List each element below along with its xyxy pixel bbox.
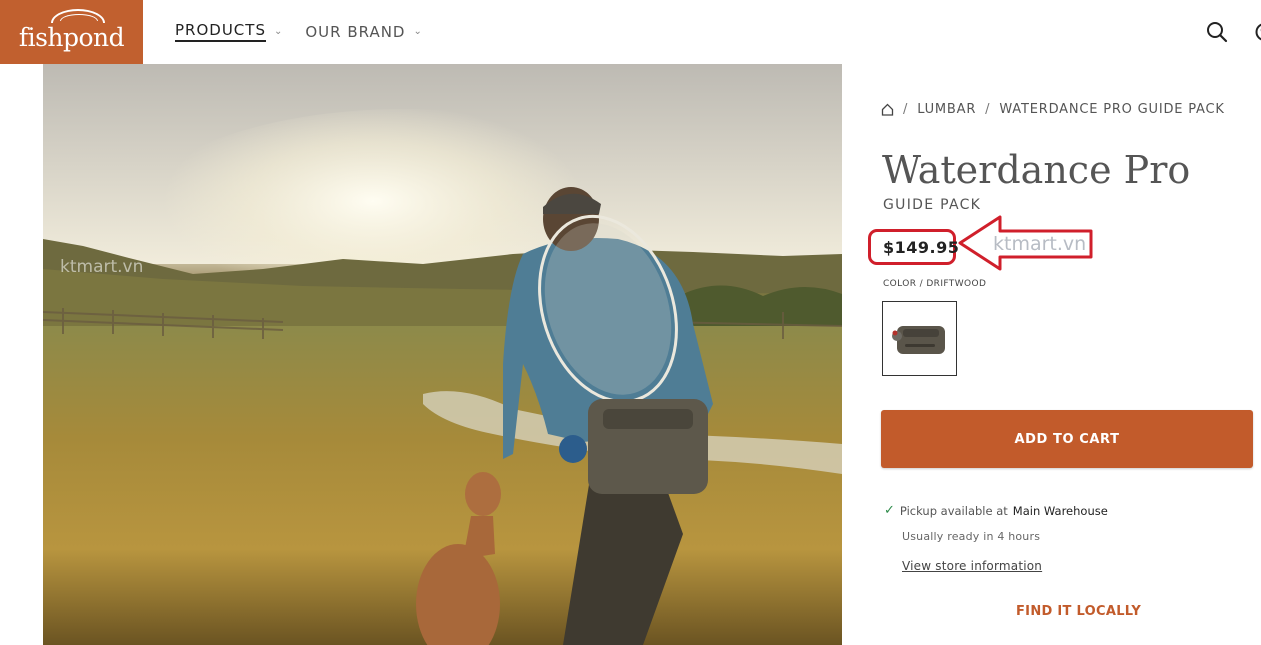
pickup-prefix: Pickup available at <box>899 503 1008 518</box>
watermark-text: ktmart.vn <box>60 257 144 277</box>
driftwood-pack-thumbnail <box>892 326 945 354</box>
logo-arc-inner-icon <box>60 14 98 21</box>
pickup-ready-time: Usually ready in 4 hours <box>902 530 1041 543</box>
breadcrumb-item-lumbar[interactable]: LUMBAR <box>917 102 976 117</box>
breadcrumb: / LUMBAR / WATERDANCE PRO GUIDE PACK <box>881 102 1225 117</box>
product-price: $149.95 <box>883 238 960 257</box>
color-swatch-driftwood[interactable] <box>882 301 957 376</box>
nav-item-our-brand[interactable]: OUR BRAND ⌄ <box>305 21 423 42</box>
scene-illustration <box>43 64 842 645</box>
product-lifestyle-photo: ktmart.vn <box>43 64 842 645</box>
watermark-text: ktmart.vn <box>993 233 1087 255</box>
add-to-cart-label: ADD TO CART <box>1014 431 1120 447</box>
pickup-location: Main Warehouse <box>1012 503 1108 518</box>
breadcrumb-item-current: WATERDANCE PRO GUIDE PACK <box>999 102 1225 117</box>
breadcrumb-separator: / <box>903 102 909 117</box>
product-title: Waterdance Pro <box>882 148 1191 192</box>
pickup-availability: ✓ Pickup available at Main Warehouse <box>884 503 1108 518</box>
home-icon[interactable] <box>881 103 894 116</box>
brand-logo[interactable]: fishpond <box>0 0 143 64</box>
nav-label: PRODUCTS <box>175 21 266 42</box>
find-it-locally-link[interactable]: FIND IT LOCALLY <box>1016 604 1141 619</box>
main-nav: PRODUCTS ⌄ OUR BRAND ⌄ <box>175 21 423 42</box>
view-store-info-link[interactable]: View store information <box>902 559 1042 573</box>
check-icon: ✓ <box>884 503 895 518</box>
product-subtitle: GUIDE PACK <box>883 197 982 213</box>
search-icon[interactable] <box>1205 20 1229 44</box>
color-label: COLOR / DRIFTWOOD <box>883 279 987 289</box>
account-icon[interactable] <box>1248 20 1261 44</box>
breadcrumb-separator: / <box>985 102 991 117</box>
nav-label: OUR BRAND <box>305 22 406 41</box>
chevron-down-icon: ⌄ <box>273 26 284 37</box>
chevron-down-icon: ⌄ <box>413 26 423 37</box>
nav-item-products[interactable]: PRODUCTS ⌄ <box>175 21 283 42</box>
site-header: fishpond PRODUCTS ⌄ OUR BRAND ⌄ <box>0 0 1261 64</box>
logo-text: fishpond <box>18 22 125 52</box>
add-to-cart-button[interactable]: ADD TO CART <box>881 410 1253 468</box>
